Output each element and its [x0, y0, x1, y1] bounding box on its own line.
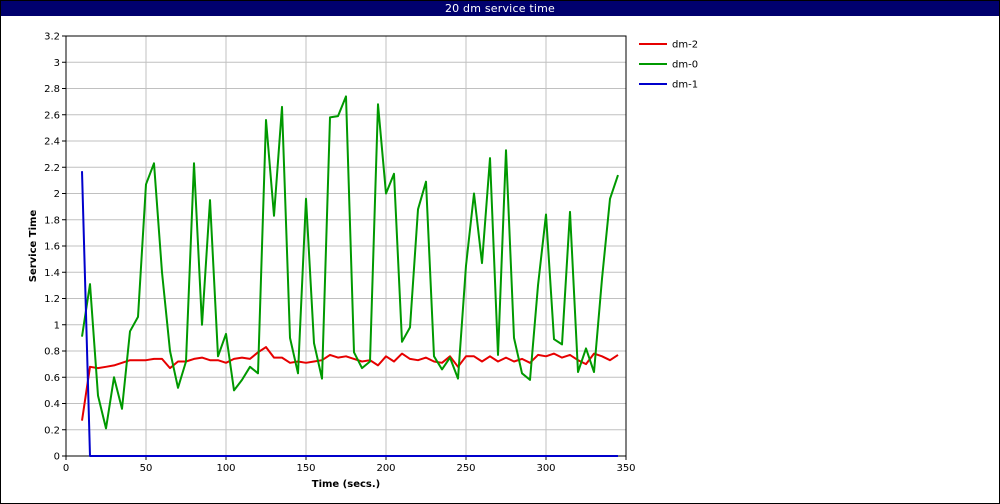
series-line-dm-0 [81, 95, 619, 430]
x-tick-label: 100 [216, 463, 235, 474]
x-tick-label: 50 [140, 463, 153, 474]
y-tick-label: 2.4 [44, 137, 60, 148]
y-tick-label: 0.8 [44, 347, 60, 358]
y-tick-label: 0.6 [44, 373, 60, 384]
y-tick-label: 2 [54, 189, 60, 200]
x-tick-label: 300 [536, 463, 555, 474]
y-tick-label: 2.2 [44, 163, 60, 174]
legend-item-dm-1: dm-1 [639, 80, 698, 91]
x-tick-label: 0 [63, 463, 69, 474]
legend-item-dm-2: dm-2 [639, 40, 698, 51]
legend-label: dm-0 [672, 60, 698, 71]
x-tick-label: 200 [376, 463, 395, 474]
x-tick-label: 350 [616, 463, 635, 474]
legend-label: dm-1 [672, 80, 698, 91]
x-axis-ticks: 0 50 100 150 200 250 300 350 [63, 456, 636, 474]
y-tick-label: 1.2 [44, 294, 60, 305]
y-axis-label: Service Time [28, 210, 39, 283]
y-tick-label: 2.6 [44, 110, 60, 121]
x-tick-label: 150 [296, 463, 315, 474]
y-tick-label: 0.2 [44, 425, 60, 436]
y-tick-label: 2.8 [44, 84, 60, 95]
line-chart: 0 50 100 150 200 250 300 350 0 0.2 0.4 0.6 0.8 1 1.2 1… [28, 32, 698, 491]
y-tick-label: 3 [54, 58, 60, 69]
y-tick-label: 1.4 [44, 268, 60, 279]
y-tick-label: 1.6 [44, 242, 60, 253]
y-tick-label: 3.2 [44, 32, 60, 43]
legend-label: dm-2 [672, 40, 698, 51]
legend: dm-2 dm-0 dm-1 [639, 40, 698, 91]
y-axis-ticks: 0 0.2 0.4 0.6 0.8 1 1.2 1.4 1.6 1.8 2 2.2 2.4 2.6 2.8 3… [44, 32, 66, 463]
y-tick-label: 1.8 [44, 215, 60, 226]
x-axis-label: Time (secs.) [312, 479, 381, 490]
x-tick-label: 250 [456, 463, 475, 474]
legend-item-dm-0: dm-0 [639, 60, 698, 71]
window-title: 20 dm service time [1, 1, 999, 16]
series-lines [81, 95, 619, 457]
y-tick-label: 0 [54, 452, 60, 463]
chart-window: 20 dm service time 0 50 100 150 200 250 300 350… [0, 0, 1000, 504]
y-tick-label: 1 [54, 320, 60, 331]
series-line-dm-2 [81, 346, 619, 421]
y-tick-label: 0.4 [44, 399, 60, 410]
